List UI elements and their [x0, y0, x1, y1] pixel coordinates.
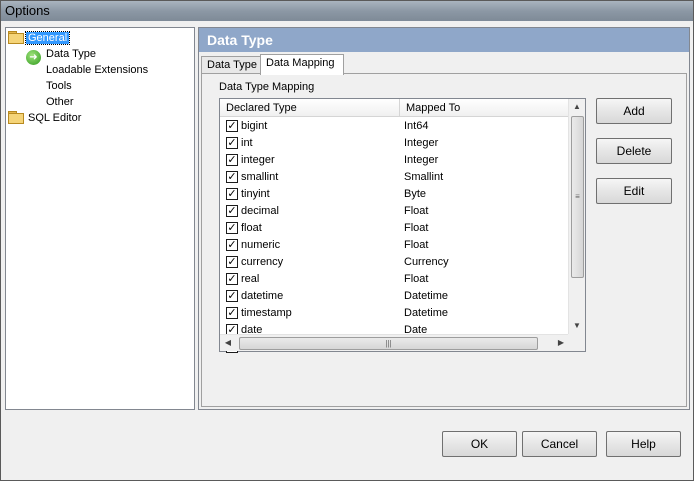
table-row[interactable]: ✓ bigint Int64: [220, 118, 569, 135]
mapped-to-cell: Float: [404, 205, 429, 217]
mapped-to-cell: Integer: [404, 154, 439, 166]
column-header-mapped-to[interactable]: Mapped To: [400, 99, 569, 117]
list-header: Declared Type Mapped To: [220, 99, 569, 117]
row-checkbox[interactable]: ✓: [226, 154, 238, 166]
declared-type-cell: float: [241, 222, 262, 234]
scroll-right-icon[interactable]: ▶: [553, 335, 569, 351]
row-checkbox[interactable]: ✓: [226, 205, 238, 217]
add-button[interactable]: Add: [596, 98, 672, 124]
declared-type-cell: int: [241, 137, 253, 149]
row-checkbox[interactable]: ✓: [226, 137, 238, 149]
tree-item-tools[interactable]: Tools: [44, 78, 74, 94]
mapped-to-cell: Datetime: [404, 307, 449, 319]
scroll-thumb[interactable]: ≡: [571, 116, 584, 278]
row-checkbox[interactable]: ✓: [226, 171, 238, 183]
declared-type-cell: real: [241, 273, 260, 285]
tab-data-type[interactable]: Data Type: [201, 56, 261, 74]
mapped-to-cell: Integer: [404, 137, 439, 149]
table-row[interactable]: ✓ currency Currency: [220, 254, 569, 271]
vertical-scrollbar[interactable]: ▲ ≡ ▼: [568, 99, 585, 334]
folder-icon: [8, 111, 24, 124]
mapped-to-cell: Currency: [404, 256, 449, 268]
settings-panel: Data Type Data Type Data Mapping Data Ty…: [198, 27, 690, 410]
tree-item-label: Tools: [46, 80, 72, 92]
table-row[interactable]: ✓ integer Integer: [220, 152, 569, 169]
group-label: Data Type Mapping: [219, 81, 315, 93]
scroll-up-icon[interactable]: ▲: [569, 99, 585, 115]
panel-header: Data Type: [199, 28, 689, 52]
go-icon: ➜: [26, 50, 41, 65]
mapped-to-cell: Smallint: [404, 171, 444, 183]
column-header-declared-type[interactable]: Declared Type: [220, 99, 400, 117]
tree-item-general[interactable]: General: [8, 30, 71, 46]
delete-button[interactable]: Delete: [596, 138, 672, 164]
mapped-to-cell: Float: [404, 273, 429, 285]
table-row[interactable]: ✓ decimal Float: [220, 203, 569, 220]
row-checkbox[interactable]: ✓: [226, 290, 238, 302]
row-checkbox[interactable]: ✓: [226, 120, 238, 132]
cancel-button[interactable]: Cancel: [522, 431, 597, 457]
declared-type-cell: bigint: [241, 120, 268, 132]
edit-button[interactable]: Edit: [596, 178, 672, 204]
title-bar[interactable]: Options: [1, 1, 693, 21]
tree-item-loadable-extensions[interactable]: Loadable Extensions: [44, 62, 150, 78]
tree-item-label: SQL Editor: [28, 112, 82, 124]
mapped-to-cell: Int64: [404, 120, 429, 132]
folder-icon: [8, 31, 24, 44]
help-button[interactable]: Help: [606, 431, 681, 457]
mapped-to-cell: Datetime: [404, 290, 449, 302]
row-checkbox[interactable]: ✓: [226, 307, 238, 319]
options-window: Options General ➜ Data Type Loadable Exte…: [0, 0, 694, 481]
tab-body: Data Type Mapping Declared Type Mapped T…: [201, 73, 687, 407]
mapped-to-cell: Byte: [404, 188, 427, 200]
mapped-to-cell: Float: [404, 239, 429, 251]
tree-item-label: Data Type: [46, 48, 96, 60]
table-row[interactable]: ✓ numeric Float: [220, 237, 569, 254]
declared-type-cell: datetime: [241, 290, 284, 302]
tree-item-label: Other: [46, 96, 74, 108]
declared-type-cell: smallint: [241, 171, 279, 183]
tree-item-sql-editor[interactable]: SQL Editor: [8, 110, 83, 126]
table-row[interactable]: ✓ timestamp Datetime: [220, 305, 569, 322]
row-checkbox[interactable]: ✓: [226, 256, 238, 268]
table-row[interactable]: ✓ datetime Datetime: [220, 288, 569, 305]
options-tree[interactable]: General ➜ Data Type Loadable Extensions T…: [5, 27, 195, 410]
row-checkbox[interactable]: ✓: [226, 239, 238, 251]
tree-item-label: Loadable Extensions: [46, 64, 149, 76]
declared-type-cell: tinyint: [241, 188, 270, 200]
table-row[interactable]: ✓ real Float: [220, 271, 569, 288]
declared-type-cell: currency: [241, 256, 284, 268]
mapped-to-cell: Float: [404, 222, 429, 234]
row-checkbox[interactable]: ✓: [226, 273, 238, 285]
declared-type-cell: numeric: [241, 239, 281, 251]
scroll-left-icon[interactable]: ◀: [220, 335, 236, 351]
table-row[interactable]: ✓ float Float: [220, 220, 569, 237]
declared-type-cell: timestamp: [241, 307, 292, 319]
tab-data-mapping[interactable]: Data Mapping: [260, 54, 344, 75]
declared-type-cell: decimal: [241, 205, 279, 217]
row-checkbox[interactable]: ✓: [226, 188, 238, 200]
declared-type-cell: integer: [241, 154, 275, 166]
scroll-corner: [568, 334, 585, 351]
ok-button[interactable]: OK: [442, 431, 517, 457]
table-row[interactable]: ✓ tinyint Byte: [220, 186, 569, 203]
tree-item-data-type[interactable]: ➜ Data Type: [26, 46, 98, 65]
scroll-thumb-horizontal[interactable]: |||: [239, 337, 538, 350]
table-row[interactable]: ✓ smallint Smallint: [220, 169, 569, 186]
tree-item-other[interactable]: Other: [44, 94, 76, 110]
row-checkbox[interactable]: ✓: [226, 222, 238, 234]
scroll-down-icon[interactable]: ▼: [569, 318, 585, 334]
table-row[interactable]: ✓ int Integer: [220, 135, 569, 152]
mapping-list[interactable]: Declared Type Mapped To ✓ bigint Int64 ✓ int…: [219, 98, 586, 353]
window-title: Options: [5, 3, 50, 18]
horizontal-scrollbar[interactable]: ◀ ||| ▶: [220, 334, 569, 351]
tree-item-label: General: [24, 31, 71, 45]
